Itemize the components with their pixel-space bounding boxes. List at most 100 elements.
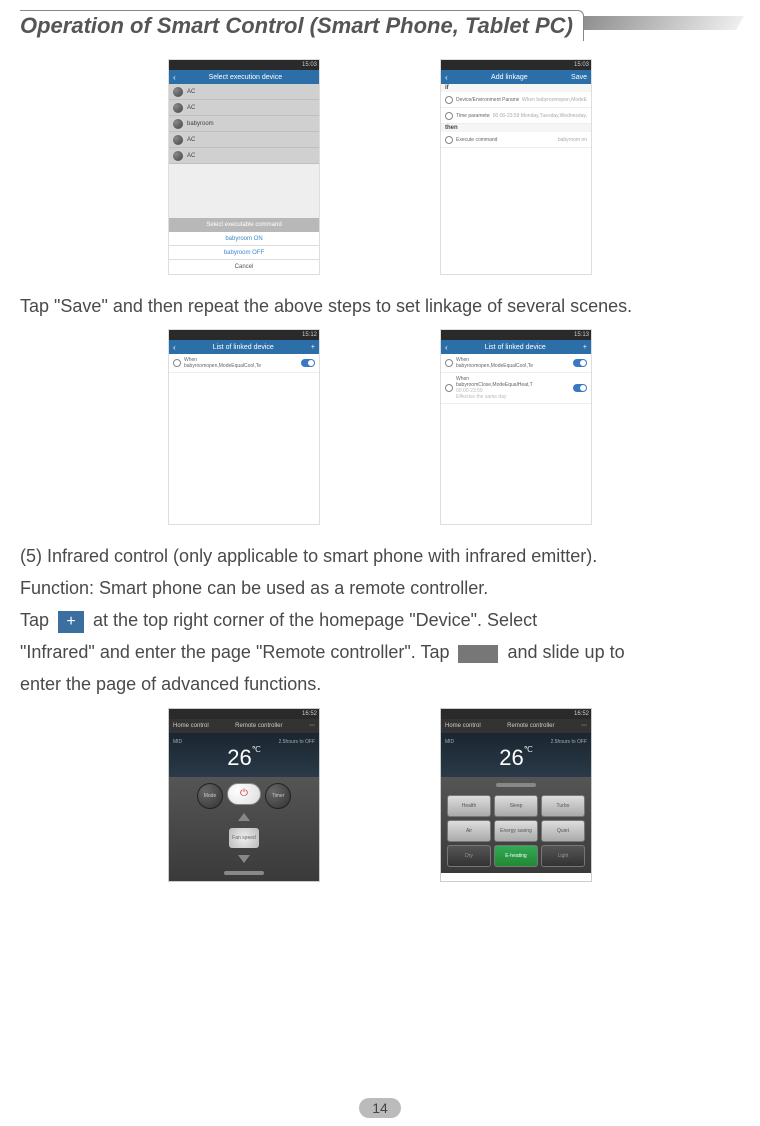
linked-device-item[interactable]: When babyroomopen,ModeEqualCool,Te — [441, 354, 591, 373]
link-icon — [173, 359, 181, 367]
sheet-header: Select executable command — [169, 218, 319, 232]
plus-icon[interactable]: + — [583, 344, 587, 351]
app-bar: ‹ Add linkage Save — [441, 70, 591, 84]
device-label: babyroom — [187, 121, 214, 127]
display-mid: MID — [173, 739, 182, 745]
save-button[interactable]: Save — [571, 74, 587, 81]
status-bar: 15:03 — [169, 60, 319, 70]
device-item[interactable]: AC — [169, 148, 319, 164]
sleep-button[interactable]: Sleep — [494, 795, 538, 817]
turbo-button[interactable]: Turbo — [541, 795, 585, 817]
screenshot-row-2: 15:12 ‹ List of linked device + When bab… — [20, 329, 740, 525]
paragraph-ir-1: (5) Infrared control (only applicable to… — [20, 543, 740, 569]
paragraph-save-repeat: Tap "Save" and then repeat the above ste… — [20, 293, 740, 319]
screenshot-linked-list-2: 15:13 ‹ List of linked device + When bab… — [440, 329, 592, 525]
screenshot-linked-list-1: 15:12 ‹ List of linked device + When bab… — [168, 329, 320, 525]
row-execute-command[interactable]: Execute command babyroom on — [441, 132, 591, 148]
status-time: 15:03 — [574, 62, 589, 68]
link-icon — [445, 384, 453, 392]
device-icon — [173, 87, 183, 97]
sheet-item-off[interactable]: babyroom OFF — [169, 246, 319, 260]
status-time: 16:52 — [302, 711, 317, 717]
power-button[interactable]: ⏻ — [227, 783, 261, 805]
temperature-value: 26 — [499, 745, 523, 770]
item-detail: babyroomopen,ModeEqualCool,Te — [456, 363, 570, 369]
target-icon — [445, 136, 453, 144]
button-label: Turbo — [557, 803, 570, 809]
handle-bar-icon — [458, 645, 498, 663]
button-label: Fan speed — [232, 835, 256, 841]
row-value: babyroom on — [558, 137, 587, 143]
dry-button[interactable]: Dry — [447, 845, 491, 867]
timer-button[interactable]: Timer — [265, 783, 291, 809]
more-icon[interactable]: ⋯ — [309, 722, 315, 729]
toggle-switch[interactable] — [301, 359, 315, 367]
device-icon — [173, 119, 183, 129]
page-number: 14 — [359, 1098, 401, 1118]
toggle-switch[interactable] — [573, 359, 587, 367]
button-label: Dry — [465, 853, 473, 859]
device-icon — [173, 151, 183, 161]
device-item[interactable]: AC — [169, 132, 319, 148]
status-bar: 16:52 — [169, 709, 319, 719]
device-icon — [173, 103, 183, 113]
light-button[interactable]: Light — [541, 845, 585, 867]
header-left: Home control — [173, 723, 209, 729]
air-button[interactable]: Air — [447, 820, 491, 842]
health-button[interactable]: Health — [447, 795, 491, 817]
paragraph-tap-bar: "Infrared" and enter the page "Remote co… — [20, 639, 740, 665]
linked-device-item[interactable]: When babyroomClose,ModeEqualHeat,T 00:00… — [441, 373, 591, 404]
button-label: Health — [462, 803, 476, 809]
button-label: Timer — [272, 793, 285, 799]
slide-handle-icon[interactable] — [224, 871, 264, 875]
text-fragment: "Infrared" and enter the page "Remote co… — [20, 642, 454, 662]
button-label: Quiet — [557, 828, 569, 834]
app-bar: ‹ List of linked device + — [169, 340, 319, 354]
display-mid: MID — [445, 739, 454, 745]
row-time-param[interactable]: Time parameter 00:00-23:59 Monday,Tuesda… — [441, 108, 591, 124]
dpad-down[interactable] — [238, 855, 250, 863]
status-bar: 16:52 — [441, 709, 591, 719]
device-label: AC — [187, 153, 195, 159]
device-icon — [173, 135, 183, 145]
text-fragment: at the top right corner of the homepage … — [93, 610, 537, 630]
fan-speed-button[interactable]: Fan speed — [229, 828, 259, 848]
temperature-unit: ℃ — [252, 745, 261, 754]
screen-title: List of linked device — [176, 344, 311, 351]
quiet-button[interactable]: Quiet — [541, 820, 585, 842]
remote-header: Home control Remote controller ⋯ — [169, 719, 319, 733]
plus-icon: + — [58, 611, 84, 633]
energy-saving-button[interactable]: Energy saving — [494, 820, 538, 842]
screen-title: Add linkage — [448, 74, 571, 81]
sheet-cancel[interactable]: Cancel — [169, 260, 319, 274]
dpad-up[interactable] — [238, 813, 250, 821]
e-heating-button[interactable]: E-heating — [494, 845, 538, 867]
slide-handle-icon[interactable] — [496, 783, 536, 787]
toggle-switch[interactable] — [573, 384, 587, 392]
device-item[interactable]: AC — [169, 84, 319, 100]
screen-body: if Device/Environment Parameter When bab… — [441, 84, 591, 274]
device-label: AC — [187, 89, 195, 95]
then-label: then — [441, 124, 591, 132]
device-item[interactable]: AC — [169, 100, 319, 116]
device-item[interactable]: babyroom — [169, 116, 319, 132]
text-fragment: and slide up to — [508, 642, 625, 662]
linked-device-item[interactable]: When babyroomopen,ModeEqualCool,Te — [169, 354, 319, 373]
more-icon[interactable]: ⋯ — [581, 722, 587, 729]
text-fragment: Tap — [20, 610, 54, 630]
mode-button[interactable]: Mode — [197, 783, 223, 809]
button-label: Air — [466, 828, 472, 834]
screenshot-remote-basic: 16:52 Home control Remote controller ⋯ M… — [168, 708, 320, 882]
action-sheet: Select executable command babyroom ON ba… — [169, 218, 319, 274]
display-off: 2.5hours to OFF — [279, 739, 315, 745]
header-title: Remote controller — [507, 723, 554, 729]
header-title: Remote controller — [235, 723, 282, 729]
row-device-param[interactable]: Device/Environment Parameter When babyro… — [441, 92, 591, 108]
advanced-grid: Health Sleep Turbo Air Energy saving Qui… — [447, 795, 585, 867]
status-time: 15:03 — [302, 62, 317, 68]
section-heading: Operation of Smart Control (Smart Phone,… — [20, 10, 584, 41]
clock-icon — [445, 112, 453, 120]
device-label: AC — [187, 105, 195, 111]
plus-icon[interactable]: + — [311, 344, 315, 351]
sheet-item-on[interactable]: babyroom ON — [169, 232, 319, 246]
